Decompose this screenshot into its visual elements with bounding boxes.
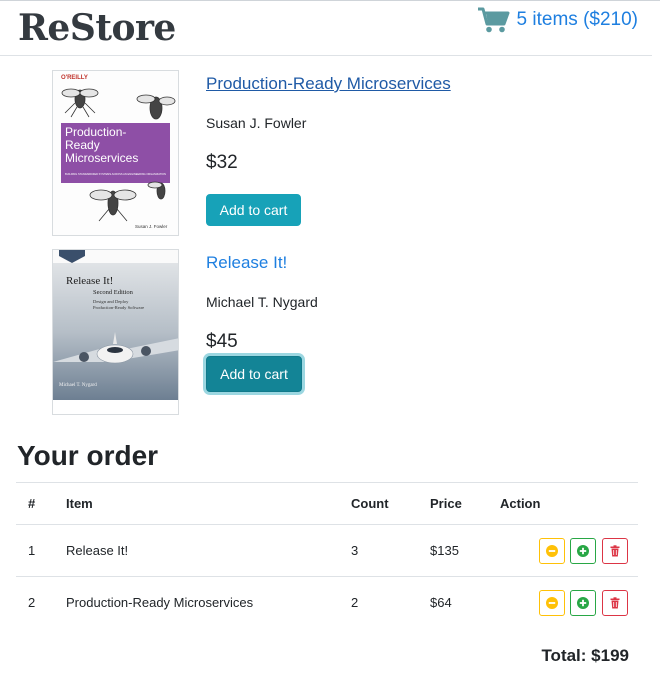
row-item: Release It! [66, 524, 351, 577]
trash-icon [610, 597, 620, 609]
book-list-item: O'REILLY Production- Ready Microservices… [52, 70, 652, 240]
column-header-number: # [16, 482, 66, 525]
cart-summary-text: 5 items ($210) [516, 9, 638, 30]
row-actions [500, 577, 638, 629]
book-title-link[interactable]: Production-Ready Microservices [206, 74, 451, 94]
increase-quantity-button[interactable] [570, 537, 597, 564]
cover-author: Susan J. Fowler [135, 224, 168, 229]
book-cover: O'REILLY Production- Ready Microservices… [52, 70, 179, 236]
cover-title-line: Production- [65, 125, 126, 139]
book-title-link[interactable]: Release It! [206, 253, 287, 273]
cover-subtitle: BUILDING STANDARDIZED SYSTEMS ACROSS AN … [65, 172, 166, 176]
row-item: Production-Ready Microservices [66, 595, 254, 611]
cart-summary-link[interactable]: 5 items ($210) [477, 6, 638, 34]
add-to-cart-button[interactable]: Add to cart [206, 356, 302, 392]
cover-title-line: Microservices [65, 151, 138, 165]
row-price: $64 [430, 595, 452, 611]
row-price: $135 [430, 524, 500, 577]
table-header-row: # Item Count Price Action [16, 482, 638, 525]
row-actions [500, 524, 638, 577]
add-to-cart-button[interactable]: Add to cart [206, 194, 301, 226]
remove-item-button[interactable] [602, 537, 628, 564]
table-row: 2 Production-Ready Microservices 2 $64 [16, 577, 638, 629]
row-count: 2 [351, 595, 359, 611]
cover-title: Release It! [66, 275, 113, 287]
cover-title-line: Ready [65, 138, 100, 152]
brand-logo[interactable]: ReStore [18, 7, 176, 49]
order-table: # Item Count Price Action 1 Release It! … [16, 482, 638, 629]
row-number: 1 [16, 524, 66, 577]
book-cover: Release It! Second Edition Design and De… [52, 249, 179, 415]
remove-item-button[interactable] [602, 589, 628, 616]
row-count: 3 [351, 524, 430, 577]
shopping-cart-icon [477, 7, 510, 33]
book-author: Susan J. Fowler [206, 115, 307, 131]
row-number: 2 [28, 595, 36, 611]
column-header-action: Action [500, 482, 638, 525]
column-header-item: Item [66, 482, 351, 525]
column-header-count: Count [351, 482, 430, 525]
decrease-quantity-button[interactable] [538, 537, 565, 564]
increase-quantity-button[interactable] [570, 589, 597, 616]
book-price: $32 [206, 152, 238, 173]
book-list-item: Release It! Second Edition Design and De… [52, 249, 652, 419]
trash-icon [610, 544, 620, 556]
order-heading: Your order [17, 440, 159, 471]
table-row: 1 Release It! 3 $135 [16, 524, 638, 577]
book-author: Michael T. Nygard [206, 294, 318, 310]
minus-circle-icon [545, 544, 558, 557]
cover-publisher: O'REILLY [61, 75, 88, 81]
cover-tagline: Production-Ready Software [93, 305, 144, 310]
decrease-quantity-button[interactable] [538, 589, 565, 616]
book-price: $45 [206, 331, 238, 352]
cover-tagline: Design and Deploy [93, 299, 129, 304]
column-header-price: Price [430, 482, 500, 525]
minus-circle-icon [545, 596, 558, 609]
cover-edition: Second Edition [93, 289, 134, 296]
cover-author: Michael T. Nygard [59, 383, 97, 388]
order-total: Total: $199 [541, 646, 629, 665]
plus-circle-icon [577, 544, 590, 557]
app-header: ReStore 5 items ($210) [0, 1, 652, 56]
plus-circle-icon [577, 596, 590, 609]
